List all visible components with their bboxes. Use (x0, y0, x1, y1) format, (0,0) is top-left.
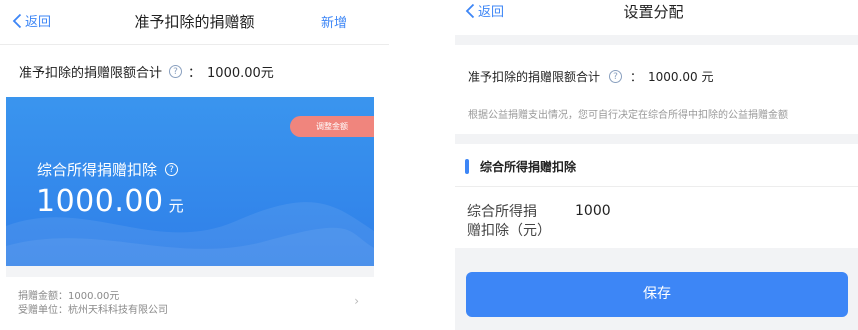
allocation-screen: 返回 设置分配 准予扣除的捐赠限额合计 ? ： 1000.00 元 根据公益捐赠… (449, 0, 858, 330)
allocation-note: 根据公益捐赠支出情况，您可自行决定在综合所得中扣除的公益捐赠金额 (468, 110, 788, 121)
limit-row: 准予扣除的捐赠限额合计 ? ： 1000.00元 (19, 62, 274, 81)
limit-row: 准予扣除的捐赠限额合计 ? ： 1000.00 元 (468, 68, 713, 85)
spacer (455, 35, 858, 45)
spacer (455, 134, 858, 144)
limit-colon: ： (630, 70, 643, 84)
nav-bar: 返回 准予扣除的捐赠额 新增 (0, 0, 389, 44)
divider (455, 186, 858, 187)
spacer (6, 266, 374, 277)
limit-label: 准予扣除的捐赠限额合计 (468, 70, 601, 84)
card-amount: 1000.00 元 (36, 184, 184, 219)
section-header: 综合所得捐赠扣除 (465, 158, 576, 175)
limit-value: 1000.00 元 (648, 70, 714, 84)
limit-value: 1000.00元 (207, 66, 274, 81)
section-title: 综合所得捐赠扣除 (480, 160, 577, 174)
question-circle-icon[interactable]: ? (169, 65, 183, 78)
recipient: 受赠单位：杭州天科科技有限公司 (18, 305, 168, 316)
deduction-card: 调整金额 综合所得捐赠扣除 ? 1000.00 元 (6, 97, 374, 266)
donation-screen: 返回 准予扣除的捐赠额 新增 准予扣除的捐赠限额合计 ? ： 1000.00元 … (0, 0, 389, 330)
limit-colon: ： (188, 66, 202, 81)
add-button[interactable]: 新增 (321, 12, 347, 31)
card-label-row: 综合所得捐赠扣除 ? (37, 159, 184, 180)
question-circle-icon[interactable]: ? (165, 163, 179, 176)
chevron-right-icon[interactable]: › (354, 294, 359, 308)
amount-value: 1000.00 (36, 184, 164, 219)
limit-label: 准予扣除的捐赠限额合计 (19, 66, 163, 81)
adjust-amount-button[interactable]: 调整金额 (290, 116, 374, 137)
section-marker (465, 159, 469, 174)
card-label: 综合所得捐赠扣除 (37, 161, 158, 179)
donation-info[interactable]: 捐赠金额：1000.00元 受赠单位：杭州天科科技有限公司 (18, 290, 168, 318)
donation-amount: 捐赠金额：1000.00元 (18, 291, 120, 302)
save-button[interactable]: 保存 (466, 272, 848, 317)
amount-unit: 元 (168, 197, 185, 215)
page-title: 设置分配 (623, 3, 684, 21)
deduction-amount-input[interactable]: 1000 (575, 203, 611, 219)
deduction-field-label: 综合所得捐赠扣除（元） (467, 204, 551, 239)
divider (0, 44, 389, 45)
question-circle-icon[interactable]: ? (609, 70, 623, 83)
